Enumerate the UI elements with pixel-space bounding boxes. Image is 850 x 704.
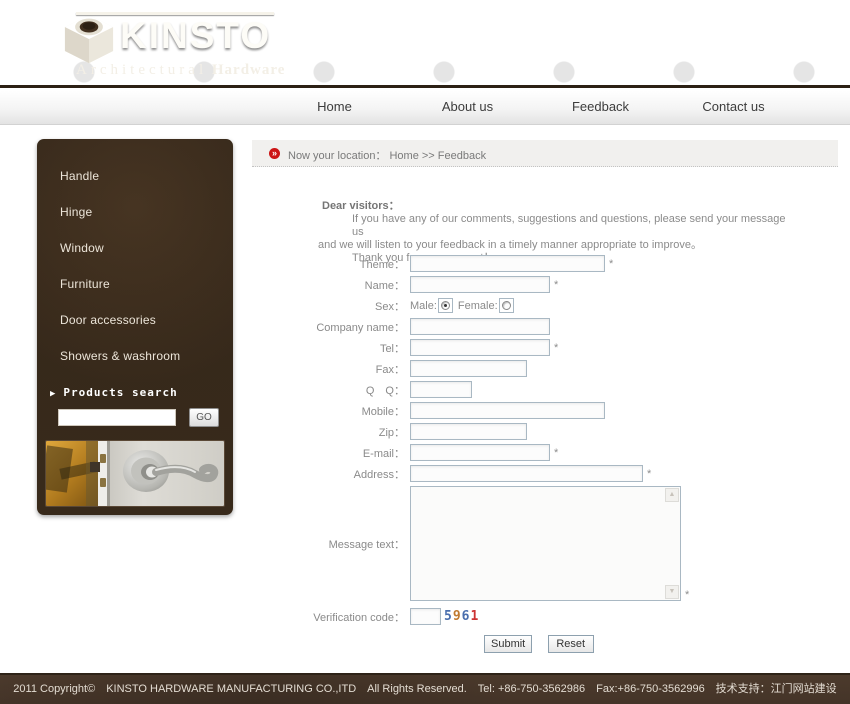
required-marker: * xyxy=(609,257,614,270)
company-input[interactable] xyxy=(410,318,550,335)
page: KINSTO Architectural Hardware Home About… xyxy=(0,0,850,704)
go-button[interactable]: GO xyxy=(189,408,219,427)
sidebar-menu: Handle Hinge Window Furniture Door acces… xyxy=(37,139,233,374)
captcha-code: 5961 xyxy=(444,609,479,624)
mobile-label: Mobile： xyxy=(361,405,405,418)
nav-item-about-us[interactable]: About us xyxy=(401,91,534,125)
required-marker: * xyxy=(554,341,559,354)
intro-salutation: Dear visitors： xyxy=(322,200,400,212)
logo-tagline-bold: Hardware xyxy=(211,62,286,78)
form-row-mobile: Mobile： xyxy=(252,402,838,419)
scrollbar-up-icon[interactable]: ▲ xyxy=(665,488,679,502)
mobile-input[interactable] xyxy=(410,402,605,419)
female-label: Female: xyxy=(457,299,498,312)
company-label: Company name： xyxy=(316,321,405,334)
logo-tagline-regular: Architectural xyxy=(76,62,208,78)
main-content: » Now your location： Home >> Feedback De… xyxy=(252,140,838,653)
email-input[interactable] xyxy=(410,444,550,461)
radio-circle-icon xyxy=(501,301,511,310)
name-input[interactable] xyxy=(410,276,550,293)
female-radio[interactable] xyxy=(498,298,514,313)
name-label: Name： xyxy=(364,279,405,292)
message-label: Message text： xyxy=(328,538,405,551)
tel-label: Tel： xyxy=(379,342,405,355)
address-input[interactable] xyxy=(410,465,643,482)
theme-label: Theme： xyxy=(359,258,405,271)
verification-input[interactable] xyxy=(410,608,441,625)
reset-button[interactable]: Reset xyxy=(547,635,594,653)
required-marker: * xyxy=(685,589,690,601)
required-marker: * xyxy=(554,446,559,459)
intro-line2: and we will listen to your feedback in a… xyxy=(318,239,702,251)
sidebar-item-hinge[interactable]: Hinge xyxy=(37,194,233,230)
submit-button[interactable]: Submit xyxy=(484,635,533,653)
form-row-sex: Sex： Male: Female: xyxy=(252,297,838,314)
form-row-zip: Zip： xyxy=(252,423,838,440)
tel-input[interactable] xyxy=(410,339,550,356)
form-row-fax: Fax： xyxy=(252,360,838,377)
breadcrumb: » Now your location： Home >> Feedback xyxy=(252,140,838,167)
theme-input[interactable] xyxy=(410,255,605,272)
form-row-company: Company name： xyxy=(252,318,838,335)
intro-line1: If you have any of our comments, suggest… xyxy=(352,213,786,238)
sex-label: Sex： xyxy=(375,300,405,313)
products-search-label: Products search xyxy=(63,386,178,399)
captcha-digit: 1 xyxy=(470,609,480,624)
scrollbar-down-icon[interactable]: ▼ xyxy=(665,585,679,599)
sidebar-item-window[interactable]: Window xyxy=(37,230,233,266)
fax-input[interactable] xyxy=(410,360,527,377)
captcha-digit: 9 xyxy=(452,609,462,624)
products-search-title: ▶ Products search xyxy=(50,386,178,399)
form-row-email: E-mail： * xyxy=(252,444,838,461)
sidebar-item-furniture[interactable]: Furniture xyxy=(37,266,233,302)
door-handle-photo xyxy=(45,440,225,507)
logo[interactable]: KINSTO Architectural Hardware xyxy=(62,6,292,84)
nut-logo-icon xyxy=(64,14,114,64)
verification-label: Verification code： xyxy=(313,611,405,624)
sidebar: Handle Hinge Window Furniture Door acces… xyxy=(37,139,233,515)
form-buttons: Submit Reset xyxy=(484,634,838,653)
form-row-theme: Theme： * xyxy=(252,255,838,272)
breadcrumb-arrow-icon: » xyxy=(269,148,280,159)
qq-input[interactable] xyxy=(410,381,472,398)
address-label: Address： xyxy=(353,468,405,481)
sidebar-item-handle[interactable]: Handle xyxy=(37,158,233,194)
form-row-address: Address： * xyxy=(252,465,838,482)
form-row-qq: Q Q： xyxy=(252,381,838,398)
required-marker: * xyxy=(554,278,559,291)
nav-items: Home About us Feedback Contact us xyxy=(268,91,800,125)
footer-text: 2011 Copyright© KINSTO HARDWARE MANUFACT… xyxy=(13,683,837,695)
radio-circle-icon xyxy=(440,301,450,310)
fax-label: Fax： xyxy=(375,363,405,376)
main-nav: Home About us Feedback Contact us xyxy=(0,91,850,125)
logo-brand: KINSTO xyxy=(120,15,272,56)
form-row-message: Message text： ▲ ▼ * xyxy=(252,486,838,601)
form-row-tel: Tel： * xyxy=(252,339,838,356)
male-radio[interactable] xyxy=(437,298,453,313)
zip-label: Zip： xyxy=(378,426,405,439)
sidebar-item-door-accessories[interactable]: Door accessories xyxy=(37,302,233,338)
triangle-right-icon: ▶ xyxy=(50,389,57,399)
message-textarea-wrap: ▲ ▼ xyxy=(410,486,681,601)
form-row-name: Name： * xyxy=(252,276,838,293)
zip-input[interactable] xyxy=(410,423,527,440)
products-search-input[interactable] xyxy=(58,409,176,426)
nav-item-home[interactable]: Home xyxy=(268,91,401,125)
male-label: Male: xyxy=(410,299,437,312)
header: KINSTO Architectural Hardware xyxy=(0,0,850,88)
message-textarea[interactable] xyxy=(410,486,681,601)
feedback-form: Theme： * Name： * Sex： Male: Female: Comp… xyxy=(252,255,838,653)
sidebar-item-showers-washroom[interactable]: Showers & washroom xyxy=(37,338,233,374)
nav-item-contact-us[interactable]: Contact us xyxy=(667,91,800,125)
email-label: E-mail： xyxy=(362,447,405,460)
qq-label: Q Q： xyxy=(365,384,405,397)
captcha-digit: 5 xyxy=(444,609,453,624)
nav-item-feedback[interactable]: Feedback xyxy=(534,91,667,125)
form-row-verification: Verification code： 5961 xyxy=(252,608,838,625)
footer: 2011 Copyright© KINSTO HARDWARE MANUFACT… xyxy=(0,673,850,704)
breadcrumb-text: Now your location： Home >> Feedback xyxy=(288,150,487,162)
logo-tagline: Architectural Hardware xyxy=(76,62,326,79)
required-marker: * xyxy=(647,467,652,480)
